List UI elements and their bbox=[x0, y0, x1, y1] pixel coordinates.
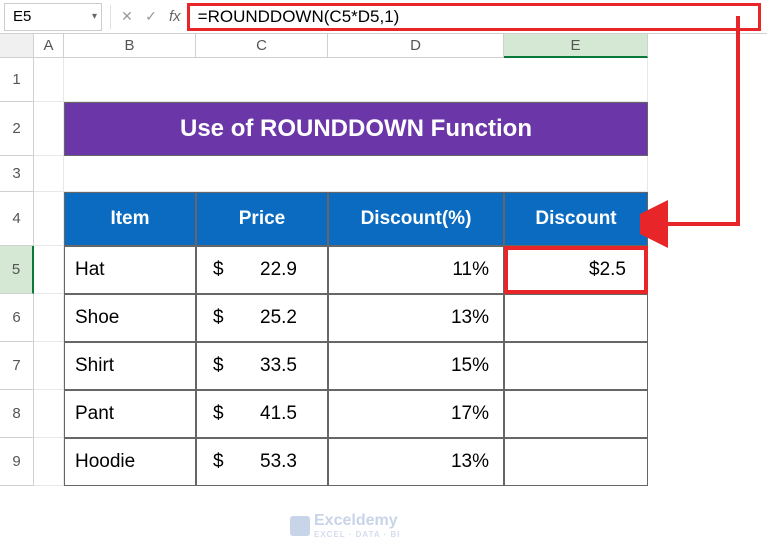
header-item[interactable]: Item bbox=[64, 192, 196, 246]
row-3: 3 bbox=[0, 156, 767, 192]
chevron-down-icon[interactable]: ▾ bbox=[92, 11, 97, 22]
select-all-corner[interactable] bbox=[0, 34, 34, 58]
price-value: 53.3 bbox=[260, 451, 317, 473]
name-box[interactable]: E5 ▾ bbox=[4, 3, 102, 31]
cell-range-B3E3[interactable] bbox=[64, 156, 648, 192]
cell-item-3[interactable]: Pant bbox=[64, 390, 196, 438]
formula-bar: E5 ▾ ✕ ✓ fx =ROUNDDOWN(C5*D5,1) bbox=[0, 0, 767, 34]
title-banner[interactable]: Use of ROUNDDOWN Function bbox=[64, 102, 648, 156]
cell-pct-4[interactable]: 13% bbox=[328, 438, 504, 486]
row-header-4[interactable]: 4 bbox=[0, 192, 34, 246]
cell-discount-2[interactable] bbox=[504, 342, 648, 390]
cell-A5[interactable] bbox=[34, 246, 64, 294]
watermark-icon bbox=[290, 516, 310, 536]
cancel-icon[interactable]: ✕ bbox=[115, 5, 139, 29]
row-header-7[interactable]: 7 bbox=[0, 342, 34, 390]
cell-A4[interactable] bbox=[34, 192, 64, 246]
cell-price-0[interactable]: $22.9 bbox=[196, 246, 328, 294]
price-value: 41.5 bbox=[260, 403, 317, 425]
watermark: Exceldemy EXCEL · DATA · BI bbox=[290, 512, 400, 539]
currency-symbol: $ bbox=[207, 259, 224, 281]
row-2: 2 Use of ROUNDDOWN Function bbox=[0, 102, 767, 156]
cell-range-B1E1[interactable] bbox=[64, 58, 648, 102]
cell-price-3[interactable]: $41.5 bbox=[196, 390, 328, 438]
col-header-A[interactable]: A bbox=[34, 34, 64, 58]
header-discount-pct[interactable]: Discount(%) bbox=[328, 192, 504, 246]
row-header-9[interactable]: 9 bbox=[0, 438, 34, 486]
row-header-6[interactable]: 6 bbox=[0, 294, 34, 342]
row-header-1[interactable]: 1 bbox=[0, 58, 34, 102]
cell-A9[interactable] bbox=[34, 438, 64, 486]
row-4: 4 Item Price Discount(%) Discount bbox=[0, 192, 767, 246]
currency-symbol: $ bbox=[207, 451, 224, 473]
col-header-C[interactable]: C bbox=[196, 34, 328, 58]
formula-input[interactable]: =ROUNDDOWN(C5*D5,1) bbox=[187, 3, 761, 31]
price-value: 22.9 bbox=[260, 259, 317, 281]
cell-A1[interactable] bbox=[34, 58, 64, 102]
col-header-B[interactable]: B bbox=[64, 34, 196, 58]
currency-symbol: $ bbox=[207, 355, 224, 377]
cell-pct-0[interactable]: 11% bbox=[328, 246, 504, 294]
divider bbox=[110, 5, 111, 29]
cell-price-1[interactable]: $25.2 bbox=[196, 294, 328, 342]
cell-A2[interactable] bbox=[34, 102, 64, 156]
cell-discount-0[interactable]: $2.5 bbox=[504, 246, 648, 294]
confirm-icon[interactable]: ✓ bbox=[139, 5, 163, 29]
row-8: 8 Pant $41.5 17% bbox=[0, 390, 767, 438]
name-box-value: E5 bbox=[13, 8, 31, 25]
cell-A3[interactable] bbox=[34, 156, 64, 192]
watermark-text: Exceldemy bbox=[314, 512, 398, 529]
cell-item-2[interactable]: Shirt bbox=[64, 342, 196, 390]
cell-discount-4[interactable] bbox=[504, 438, 648, 486]
cell-discount-3[interactable] bbox=[504, 390, 648, 438]
currency-symbol: $ bbox=[207, 307, 224, 329]
header-price[interactable]: Price bbox=[196, 192, 328, 246]
cell-pct-3[interactable]: 17% bbox=[328, 390, 504, 438]
row-9: 9 Hoodie $53.3 13% bbox=[0, 438, 767, 486]
row-header-2[interactable]: 2 bbox=[0, 102, 34, 156]
cell-A6[interactable] bbox=[34, 294, 64, 342]
row-5: 5 Hat $22.9 11% $2.5 bbox=[0, 246, 767, 294]
header-discount[interactable]: Discount bbox=[504, 192, 648, 246]
cell-item-4[interactable]: Hoodie bbox=[64, 438, 196, 486]
price-value: 33.5 bbox=[260, 355, 317, 377]
cell-pct-2[interactable]: 15% bbox=[328, 342, 504, 390]
cell-item-1[interactable]: Shoe bbox=[64, 294, 196, 342]
column-headers: A B C D E bbox=[0, 34, 767, 58]
col-header-E[interactable]: E bbox=[504, 34, 648, 58]
row-6: 6 Shoe $25.2 13% bbox=[0, 294, 767, 342]
currency-symbol: $ bbox=[207, 403, 224, 425]
cell-discount-1[interactable] bbox=[504, 294, 648, 342]
cell-item-0[interactable]: Hat bbox=[64, 246, 196, 294]
row-7: 7 Shirt $33.5 15% bbox=[0, 342, 767, 390]
formula-text: =ROUNDDOWN(C5*D5,1) bbox=[198, 7, 400, 27]
price-value: 25.2 bbox=[260, 307, 317, 329]
watermark-subtext: EXCEL · DATA · BI bbox=[314, 530, 400, 539]
fx-icon[interactable]: fx bbox=[169, 8, 181, 25]
col-header-D[interactable]: D bbox=[328, 34, 504, 58]
cell-pct-1[interactable]: 13% bbox=[328, 294, 504, 342]
cell-price-2[interactable]: $33.5 bbox=[196, 342, 328, 390]
row-header-3[interactable]: 3 bbox=[0, 156, 34, 192]
row-1: 1 bbox=[0, 58, 767, 102]
row-header-8[interactable]: 8 bbox=[0, 390, 34, 438]
cell-price-4[interactable]: $53.3 bbox=[196, 438, 328, 486]
cell-A8[interactable] bbox=[34, 390, 64, 438]
row-header-5[interactable]: 5 bbox=[0, 246, 34, 294]
cell-A7[interactable] bbox=[34, 342, 64, 390]
spreadsheet-grid: A B C D E 1 2 Use of ROUNDDOWN Function … bbox=[0, 34, 767, 486]
title-text: Use of ROUNDDOWN Function bbox=[180, 115, 532, 143]
